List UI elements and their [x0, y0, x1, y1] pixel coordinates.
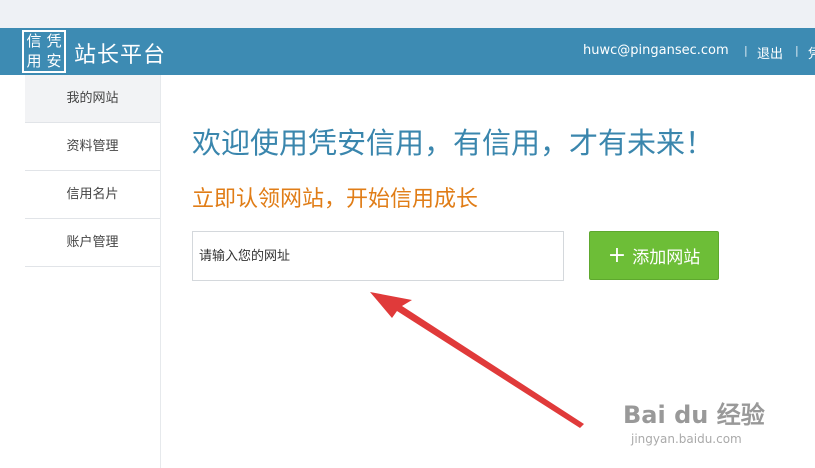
- sidebar: 我的网站 资料管理 信用名片 账户管理: [25, 75, 160, 468]
- logo-char: 用: [26, 51, 42, 70]
- website-url-input[interactable]: [192, 231, 564, 281]
- header-extra-link[interactable]: 凭: [808, 43, 815, 62]
- browser-top-strip: [0, 0, 815, 28]
- logo-char: 凭: [46, 32, 62, 50]
- watermark-text: Bai du 经验: [623, 401, 765, 429]
- sidebar-item-credit-card[interactable]: 信用名片: [25, 171, 160, 219]
- plus-icon: +: [607, 242, 627, 268]
- subtitle: 立即认领网站，开始信用成长: [192, 187, 479, 212]
- sidebar-item-my-sites[interactable]: 我的网站: [25, 75, 160, 123]
- welcome-heading: 欢迎使用凭安信用，有信用，才有未来！: [192, 126, 715, 160]
- user-email[interactable]: huwc@pingansec.com: [583, 43, 729, 58]
- logo-char: 安: [46, 51, 62, 70]
- add-website-button[interactable]: + 添加网站: [589, 231, 719, 280]
- add-website-label: 添加网站: [632, 248, 701, 268]
- sidebar-item-profile[interactable]: 资料管理: [25, 123, 160, 171]
- header-separator: |: [744, 44, 748, 57]
- watermark-url: jingyan.baidu.com: [631, 432, 742, 446]
- header-bar: 信 凭 用 安 站长平台 huwc@pingansec.com | 退出 | 凭: [0, 28, 815, 75]
- sidebar-divider: [160, 75, 161, 468]
- logo-char: 信: [26, 32, 42, 50]
- sidebar-item-account[interactable]: 账户管理: [25, 219, 160, 267]
- logo[interactable]: 信 凭 用 安: [22, 30, 66, 73]
- logout-link[interactable]: 退出: [757, 43, 783, 62]
- brand-title: 站长平台: [74, 43, 167, 68]
- header-separator: |: [795, 44, 799, 57]
